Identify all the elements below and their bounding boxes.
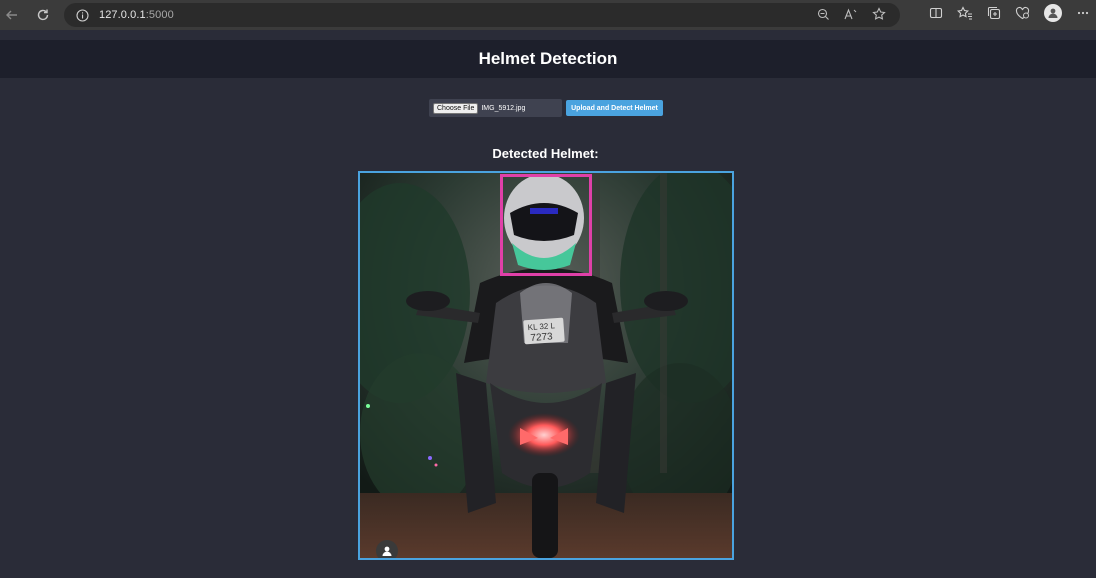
reload-icon: [37, 9, 49, 21]
selected-file-name: IMG_5912.jpg: [481, 104, 526, 112]
browser-toolbar: 127.0.0.1:5000: [0, 0, 1096, 30]
plate-line-2: 7273: [530, 331, 553, 344]
back-arrow-icon: [6, 10, 17, 20]
result-title: Detected Helmet:: [492, 146, 599, 161]
avatar[interactable]: [376, 540, 398, 558]
zoom-icon[interactable]: [817, 8, 830, 21]
upload-detect-button[interactable]: Upload and Detect Helmet: [566, 100, 663, 116]
page-title: Helmet Detection: [478, 49, 618, 68]
page-top-strip: [0, 30, 1096, 40]
url-text: 127.0.0.1:5000: [99, 9, 174, 21]
read-aloud-icon[interactable]: [844, 7, 858, 21]
upload-form: Choose File IMG_5912.jpg Upload and Dete…: [429, 99, 663, 117]
file-input[interactable]: Choose File IMG_5912.jpg: [429, 99, 562, 117]
favorites-icon[interactable]: [957, 6, 973, 20]
performance-icon[interactable]: [1015, 6, 1030, 20]
collections-icon[interactable]: [987, 6, 1001, 20]
favorite-star-icon[interactable]: [872, 7, 886, 21]
helmet-bounding-box: [500, 174, 592, 276]
detection-result-image: KL 32 L 7273: [358, 171, 734, 560]
page-header: Helmet Detection: [0, 40, 1096, 78]
split-screen-icon[interactable]: [929, 6, 943, 20]
profile-button[interactable]: [1044, 4, 1062, 22]
profile-icon: [1048, 8, 1058, 18]
more-icon[interactable]: [1076, 6, 1090, 20]
choose-file-button[interactable]: Choose File: [433, 102, 479, 114]
reload-button[interactable]: [32, 4, 54, 26]
avatar-icon: [382, 546, 392, 556]
back-button[interactable]: [1, 4, 23, 26]
address-bar[interactable]: 127.0.0.1:5000: [64, 3, 900, 27]
info-icon[interactable]: [76, 8, 89, 22]
